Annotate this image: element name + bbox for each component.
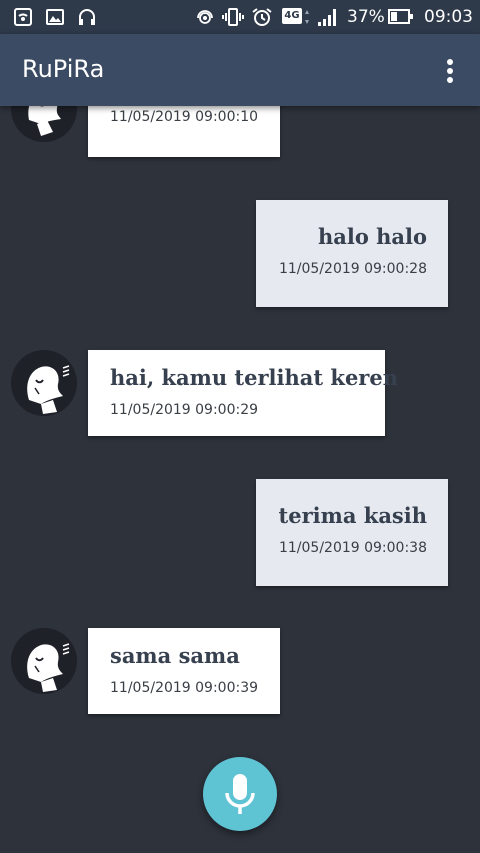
data-arrows-icon [305,10,309,24]
message-bubble-user: halo halo 11/05/2019 09:00:28 [256,200,448,307]
message-time: 11/05/2019 09:00:10 [110,109,259,125]
more-vertical-icon[interactable] [438,56,462,86]
image-icon [46,9,64,25]
message-text: sama sama [110,643,240,668]
clock: 09:03 [424,7,473,27]
hotspot-icon [14,8,32,26]
battery-percent: 37% [347,7,385,27]
message-text: hai, kamu terlihat keren [110,365,399,390]
bot-avatar-icon [11,106,77,142]
message-bubble-user: terima kasih 11/05/2019 09:00:38 [256,479,448,586]
message-bubble-bot: hai, kamu terlihat keren 11/05/2019 09:0… [88,350,399,436]
message-time: 11/05/2019 09:00:29 [110,402,259,418]
message-time: 11/05/2019 09:00:39 [110,680,259,696]
signal-icon [318,9,340,26]
message-time: 11/05/2019 09:00:28 [278,261,427,277]
message-bubble-bot: sama sama 11/05/2019 09:00:39 [88,628,280,714]
app-bar: RuPiRa [0,34,480,106]
chat-list[interactable]: 11/05/2019 09:00:10 halo halo 11/05/2019… [0,106,480,853]
message-bubble-bot: 11/05/2019 09:00:10 [88,106,280,157]
status-bar: 4G 37% 09:03 [0,0,480,34]
alarm-icon [252,8,272,26]
message-text: halo halo [317,224,427,249]
app-title: RuPiRa [22,55,105,83]
bot-avatar-icon [11,628,77,694]
wireless-icon [197,10,213,24]
vibrate-icon [222,8,244,26]
network-4g-icon: 4G [282,8,302,24]
headphones-icon [79,9,95,25]
message-time: 11/05/2019 09:00:38 [278,540,427,556]
battery-icon [388,9,413,24]
message-text: terima kasih [278,503,427,528]
microphone-button[interactable] [203,757,277,831]
microphone-icon [225,774,255,814]
bot-avatar-icon [11,350,77,416]
